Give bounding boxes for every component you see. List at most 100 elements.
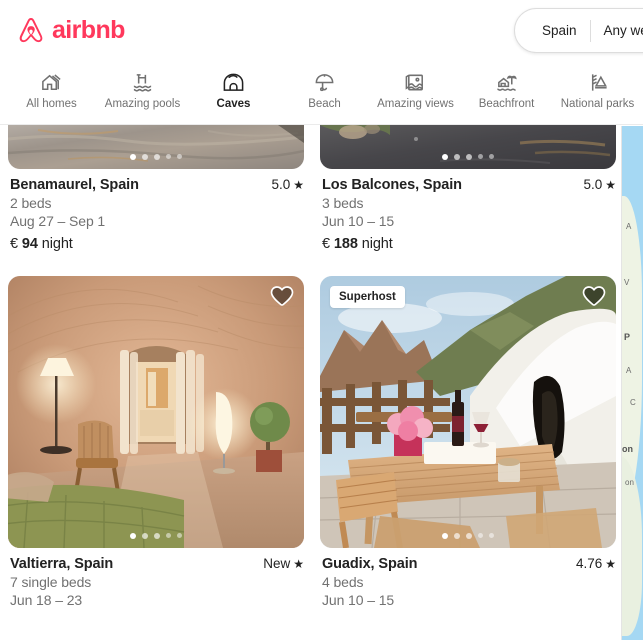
listing-beds: 7 single beds <box>10 574 92 590</box>
listing-card-valtierra[interactable]: Valtierra, Spain New ★ 7 single beds Jun… <box>8 276 304 608</box>
listing-rating: 5.0 ★ <box>271 177 304 192</box>
carousel-dot[interactable] <box>466 532 473 539</box>
price-currency: € <box>10 236 18 252</box>
airbnb-search-results-page: airbnb Spain Any we All homes Amazing po… <box>0 0 643 640</box>
listing-rating: 5.0 ★ <box>583 177 616 192</box>
search-location[interactable]: Spain <box>529 23 590 38</box>
beachfront-icon <box>495 71 518 94</box>
airbnb-bel-logo-icon <box>16 14 46 46</box>
photo-image-stone-cave-wall <box>8 125 304 169</box>
listings-row-1: Benamaurel, Spain 5.0 ★ 2 beds Aug 27 – … <box>8 125 616 252</box>
map-label: P <box>624 332 631 342</box>
category-nav[interactable]: All homes Amazing pools Caves Beach Amaz <box>0 60 643 125</box>
listing-info: Guadix, Spain 4.76 ★ 4 beds Jun 10 – 15 <box>320 548 616 608</box>
carousel-dot[interactable] <box>177 153 183 159</box>
carousel-dot[interactable] <box>466 153 473 160</box>
carousel-dot[interactable] <box>166 153 172 159</box>
listing-price: € 188 night <box>322 236 616 252</box>
rating-value: New <box>263 556 291 571</box>
search-dates[interactable]: Any we <box>591 23 643 38</box>
listing-info: Benamaurel, Spain 5.0 ★ 2 beds Aug 27 – … <box>8 169 304 252</box>
carousel-dot[interactable] <box>142 153 149 160</box>
listing-price: € 94 night <box>10 236 304 252</box>
category-label: Caves <box>216 98 251 110</box>
star-icon: ★ <box>293 177 304 192</box>
carousel-dot[interactable] <box>454 532 461 539</box>
star-icon: ★ <box>605 556 616 571</box>
listing-title: Valtierra, Spain <box>10 556 114 572</box>
price-amount: 94 <box>21 236 38 252</box>
cave-icon <box>222 71 245 94</box>
carousel-dot[interactable] <box>478 532 484 538</box>
airbnb-logo[interactable]: airbnb <box>16 14 125 46</box>
carousel-dot[interactable] <box>489 532 495 538</box>
carousel-dot[interactable] <box>142 532 149 539</box>
listing-photo[interactable] <box>8 276 304 548</box>
search-bar[interactable]: Spain Any we <box>514 8 643 53</box>
listing-photo[interactable] <box>320 125 616 169</box>
listing-title: Los Balcones, Spain <box>322 177 462 193</box>
map-label: C <box>630 398 636 407</box>
listing-rating: New ★ <box>263 556 304 571</box>
listing-dates: Aug 27 – Sep 1 <box>10 213 106 229</box>
star-icon: ★ <box>293 556 304 571</box>
category-all-homes[interactable]: All homes <box>6 66 97 124</box>
category-national-parks[interactable]: National parks <box>552 66 643 124</box>
carousel-dot[interactable] <box>129 532 137 539</box>
category-label: Beachfront <box>478 98 535 110</box>
listing-title: Benamaurel, Spain <box>10 177 139 193</box>
carousel-dot[interactable] <box>441 153 449 160</box>
favorite-heart-icon[interactable] <box>582 284 606 308</box>
carousel-dot[interactable] <box>129 153 137 160</box>
category-beachfront[interactable]: Beachfront <box>461 66 552 124</box>
rating-value: 4.76 <box>575 556 603 571</box>
listing-beds: 3 beds <box>322 195 364 211</box>
row-spacer <box>8 252 615 276</box>
pool-icon <box>131 71 154 94</box>
category-beach[interactable]: Beach <box>279 66 370 124</box>
photo-carousel-dots[interactable] <box>320 153 616 160</box>
listing-dates: Jun 18 – 23 <box>10 592 83 608</box>
listing-photo[interactable] <box>8 125 304 169</box>
price-amount: 188 <box>333 236 358 252</box>
listing-rating: 4.76 ★ <box>576 556 616 571</box>
photo-carousel-dots[interactable] <box>8 532 304 539</box>
price-currency: € <box>322 236 330 252</box>
price-unit: night <box>41 236 73 252</box>
carousel-dot[interactable] <box>154 153 161 160</box>
category-label: All homes <box>26 98 77 110</box>
listings-row-2: Valtierra, Spain New ★ 7 single beds Jun… <box>8 276 616 608</box>
national-park-icon <box>586 71 609 94</box>
photo-carousel-dots[interactable] <box>320 532 616 539</box>
category-amazing-views[interactable]: Amazing views <box>370 66 461 124</box>
category-caves[interactable]: Caves <box>188 66 279 124</box>
carousel-dot[interactable] <box>489 153 495 159</box>
listing-card-los-balcones[interactable]: Los Balcones, Spain 5.0 ★ 3 beds Jun 10 … <box>320 125 616 252</box>
house-icon <box>40 71 63 94</box>
photo-carousel-dots[interactable] <box>8 153 304 160</box>
category-label: National parks <box>560 98 635 110</box>
photo-image-terrace-cave-entrance <box>320 276 616 548</box>
carousel-dot[interactable] <box>177 532 183 538</box>
superhost-badge: Superhost <box>330 286 405 308</box>
map-label: A <box>626 366 632 375</box>
listing-card-guadix[interactable]: Superhost Guadix, Spain 4.76 ★ 4 beds Ju… <box>320 276 616 608</box>
category-label: Amazing pools <box>104 98 181 110</box>
map-panel[interactable]: A V P A C on on <box>621 126 643 640</box>
carousel-dot[interactable] <box>166 532 172 538</box>
carousel-dot[interactable] <box>154 532 161 539</box>
category-label: Amazing views <box>377 98 454 110</box>
site-header: airbnb Spain Any we <box>0 0 643 60</box>
carousel-dot[interactable] <box>441 532 449 539</box>
rating-value: 5.0 <box>583 177 603 192</box>
map-label: A <box>626 222 632 231</box>
carousel-dot[interactable] <box>454 153 461 160</box>
carousel-dot[interactable] <box>478 153 484 159</box>
listing-photo[interactable]: Superhost <box>320 276 616 548</box>
category-amazing-pools[interactable]: Amazing pools <box>97 66 188 124</box>
star-icon: ★ <box>605 177 616 192</box>
listing-card-benamaurel[interactable]: Benamaurel, Spain 5.0 ★ 2 beds Aug 27 – … <box>8 125 304 252</box>
rating-value: 5.0 <box>271 177 291 192</box>
favorite-heart-icon[interactable] <box>270 284 294 308</box>
map-label: on <box>625 478 634 487</box>
